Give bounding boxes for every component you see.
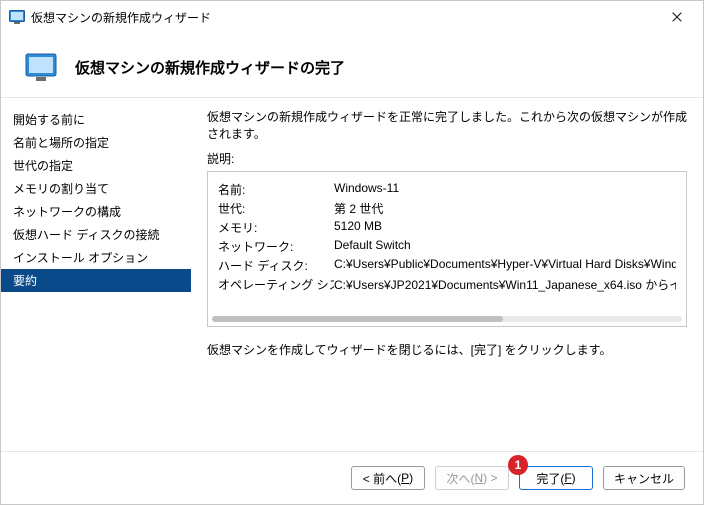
table-row: ネットワーク: Default Switch <box>218 237 676 256</box>
summary-key-name: 名前: <box>218 180 334 199</box>
step-networking[interactable]: ネットワークの構成 <box>1 200 191 223</box>
back-button[interactable]: < 前へ(P) <box>351 466 425 490</box>
step-virtual-hard-disk[interactable]: 仮想ハード ディスクの接続 <box>1 223 191 246</box>
finish-prefix: 完了( <box>536 470 564 487</box>
wizard-body: 開始する前に 名前と場所の指定 世代の指定 メモリの割り当て ネットワークの構成… <box>1 98 703 451</box>
summary-key-memory: メモリ: <box>218 218 334 237</box>
step-name-location[interactable]: 名前と場所の指定 <box>1 131 191 154</box>
table-row: ハード ディスク: C:¥Users¥Public¥Documents¥Hype… <box>218 256 676 275</box>
table-row: オペレーティング システム: C:¥Users¥JP2021¥Documents… <box>218 275 676 294</box>
back-suffix: ) <box>409 471 413 485</box>
wizard-header: 仮想マシンの新規作成ウィザードの完了 <box>1 33 703 98</box>
summary-value-os: C:¥Users¥JP2021¥Documents¥Win11_Japanese… <box>334 275 676 294</box>
finish-button[interactable]: 1 完了(F) <box>519 466 593 490</box>
summary-key-os: オペレーティング システム: <box>218 275 334 294</box>
summary-table: 名前: Windows-11 世代: 第 2 世代 メモリ: 5120 MB ネ… <box>218 180 676 294</box>
titlebar: 仮想マシンの新規作成ウィザード <box>1 1 703 33</box>
table-row: 名前: Windows-11 <box>218 180 676 199</box>
intro-text: 仮想マシンの新規作成ウィザードを正常に完了しました。これから次の仮想マシンが作成… <box>207 108 687 142</box>
next-accelerator: N <box>474 471 483 485</box>
cancel-button[interactable]: キャンセル <box>603 466 685 490</box>
next-button: 次へ(N) > <box>435 466 509 490</box>
summary-key-hard-disk: ハード ディスク: <box>218 256 334 275</box>
back-prefix: < 前へ( <box>363 470 401 487</box>
step-memory[interactable]: メモリの割り当て <box>1 177 191 200</box>
wizard-content: 仮想マシンの新規作成ウィザードを正常に完了しました。これから次の仮想マシンが作成… <box>191 98 703 451</box>
wizard-footer: < 前へ(P) 次へ(N) > 1 完了(F) キャンセル <box>1 451 703 504</box>
close-button[interactable] <box>655 2 699 32</box>
summary-key-network: ネットワーク: <box>218 237 334 256</box>
next-prefix: 次へ( <box>446 470 474 487</box>
summary-value-hard-disk: C:¥Users¥Public¥Documents¥Hyper-V¥Virtua… <box>334 256 676 275</box>
hyper-v-icon <box>25 51 57 83</box>
annotation-badge-1: 1 <box>508 455 528 475</box>
table-row: メモリ: 5120 MB <box>218 218 676 237</box>
hyper-v-icon <box>9 9 25 25</box>
description-label: 説明: <box>207 150 687 167</box>
window-title: 仮想マシンの新規作成ウィザード <box>31 9 211 26</box>
epilog-text: 仮想マシンを作成してウィザードを閉じるには、[完了] をクリックします。 <box>207 341 687 358</box>
step-generation[interactable]: 世代の指定 <box>1 154 191 177</box>
summary-value-name: Windows-11 <box>334 180 676 199</box>
finish-suffix: ) <box>572 471 576 485</box>
step-summary[interactable]: 要約 <box>1 269 191 292</box>
step-install-options[interactable]: インストール オプション <box>1 246 191 269</box>
table-row: 世代: 第 2 世代 <box>218 199 676 218</box>
wizard-step-list: 開始する前に 名前と場所の指定 世代の指定 メモリの割り当て ネットワークの構成… <box>1 98 191 451</box>
scrollbar-thumb[interactable] <box>212 316 503 322</box>
summary-value-network: Default Switch <box>334 237 676 256</box>
summary-key-generation: 世代: <box>218 199 334 218</box>
back-accelerator: P <box>401 471 409 485</box>
next-suffix: ) > <box>483 471 497 485</box>
page-title: 仮想マシンの新規作成ウィザードの完了 <box>75 57 345 78</box>
horizontal-scrollbar[interactable] <box>212 316 682 322</box>
step-before-you-begin[interactable]: 開始する前に <box>1 108 191 131</box>
summary-value-memory: 5120 MB <box>334 218 676 237</box>
finish-accelerator: F <box>564 471 571 485</box>
summary-box: 名前: Windows-11 世代: 第 2 世代 メモリ: 5120 MB ネ… <box>207 171 687 327</box>
wizard-window: 仮想マシンの新規作成ウィザード 仮想マシンの新規作成ウィザードの完了 開始する前… <box>0 0 704 505</box>
summary-value-generation: 第 2 世代 <box>334 199 676 218</box>
